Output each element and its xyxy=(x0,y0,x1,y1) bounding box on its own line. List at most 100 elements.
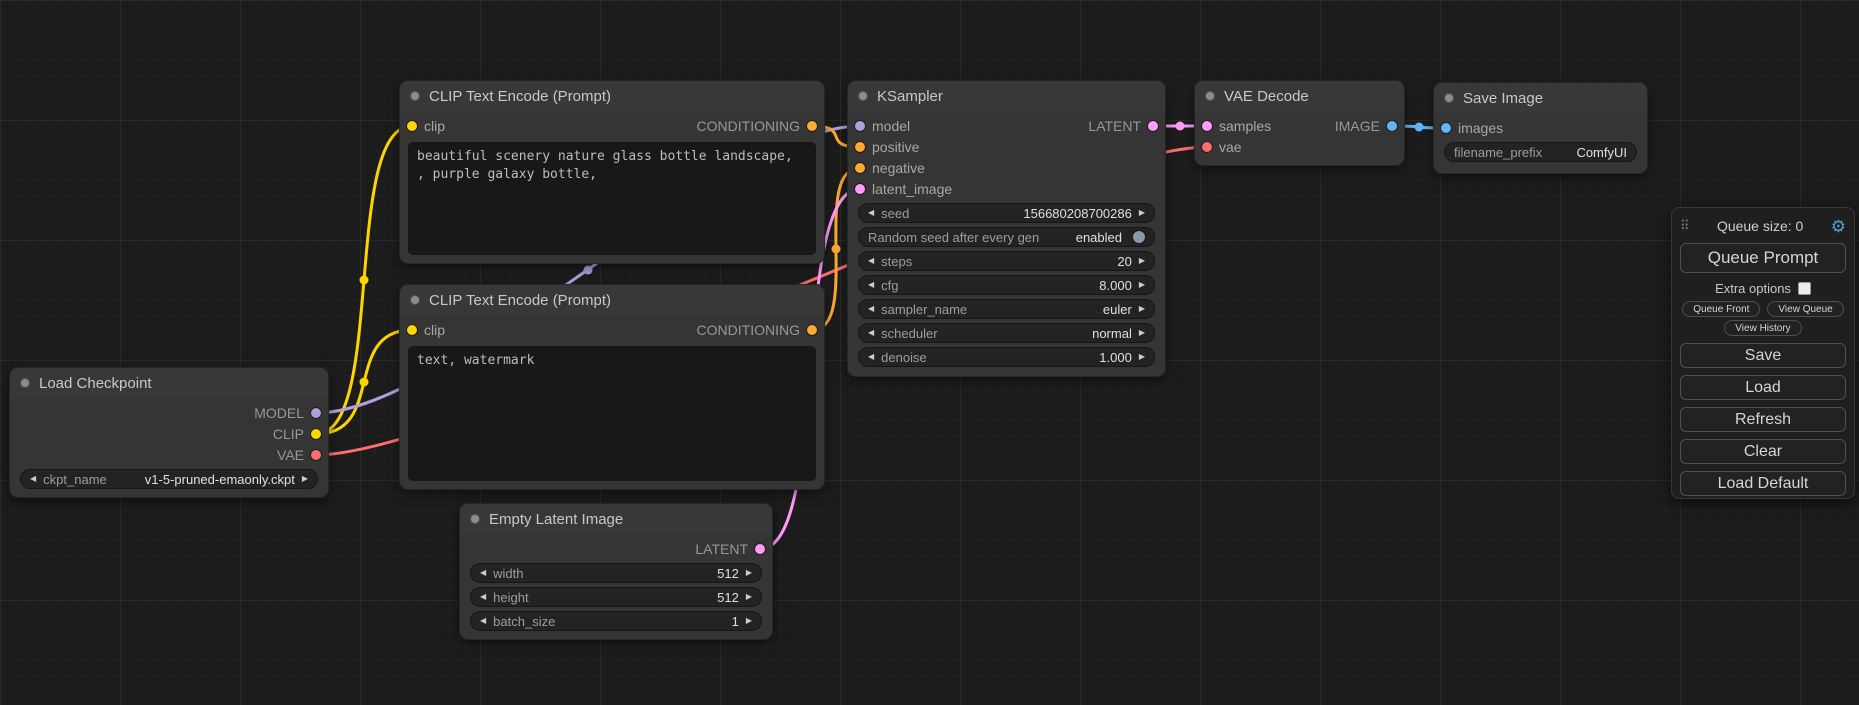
output-dot-image[interactable] xyxy=(1387,121,1397,131)
arrow-left-icon[interactable]: ◀ xyxy=(868,329,874,337)
input-dot-negative[interactable] xyxy=(855,163,865,173)
output-dot-model[interactable] xyxy=(311,408,321,418)
input-slot-model[interactable]: model xyxy=(855,118,910,134)
refresh-button[interactable]: Refresh xyxy=(1680,407,1846,432)
widget-width[interactable]: ◀ width 512 ▶ xyxy=(470,563,762,583)
output-slot-latent[interactable]: LATENT xyxy=(1088,118,1158,134)
input-dot-latent-image[interactable] xyxy=(855,184,865,194)
arrow-left-icon[interactable]: ◀ xyxy=(868,353,874,361)
node-clip-text-encode-positive[interactable]: CLIP Text Encode (Prompt) clip CONDITION… xyxy=(400,81,824,263)
arrow-right-icon[interactable]: ▶ xyxy=(1139,257,1145,265)
arrow-right-icon[interactable]: ▶ xyxy=(746,617,752,625)
queue-prompt-button[interactable]: Queue Prompt xyxy=(1680,243,1846,273)
drag-handle-icon[interactable]: ⠿ xyxy=(1680,218,1690,234)
widget-ckpt-name[interactable]: ◀ ckpt_name v1-5-pruned-emaonly.ckpt ▶ xyxy=(20,469,318,489)
widget-filename-prefix[interactable]: filename_prefix ComfyUI xyxy=(1444,142,1637,162)
input-slot-samples[interactable]: samples xyxy=(1202,118,1271,134)
arrow-left-icon[interactable]: ◀ xyxy=(480,593,486,601)
input-slot-negative[interactable]: negative xyxy=(855,160,925,176)
output-dot-conditioning[interactable] xyxy=(807,121,817,131)
widget-steps[interactable]: ◀ steps 20 ▶ xyxy=(858,251,1155,271)
collapse-dot-icon[interactable] xyxy=(1444,93,1454,103)
collapse-dot-icon[interactable] xyxy=(470,514,480,524)
collapse-dot-icon[interactable] xyxy=(20,378,30,388)
widget-scheduler[interactable]: ◀ scheduler normal ▶ xyxy=(858,323,1155,343)
arrow-right-icon[interactable]: ▶ xyxy=(302,475,308,483)
input-dot-vae[interactable] xyxy=(1202,142,1212,152)
arrow-left-icon[interactable]: ◀ xyxy=(868,281,874,289)
arrow-right-icon[interactable]: ▶ xyxy=(1139,281,1145,289)
output-dot-conditioning[interactable] xyxy=(807,325,817,335)
output-dot-latent[interactable] xyxy=(1148,121,1158,131)
node-header[interactable]: Save Image xyxy=(1434,83,1647,113)
widget-height[interactable]: ◀ height 512 ▶ xyxy=(470,587,762,607)
settings-gear-icon[interactable]: ⚙ xyxy=(1831,218,1846,235)
output-slot-latent[interactable]: LATENT xyxy=(695,541,765,557)
extra-options-checkbox[interactable] xyxy=(1798,282,1811,295)
output-slot-image[interactable]: IMAGE xyxy=(1335,118,1397,134)
input-dot-clip[interactable] xyxy=(407,121,417,131)
arrow-right-icon[interactable]: ▶ xyxy=(1139,353,1145,361)
arrow-right-icon[interactable]: ▶ xyxy=(746,593,752,601)
output-dot-clip[interactable] xyxy=(311,429,321,439)
arrow-right-icon[interactable]: ▶ xyxy=(1139,329,1145,337)
output-slot-vae[interactable]: VAE xyxy=(277,447,321,463)
arrow-left-icon[interactable]: ◀ xyxy=(30,475,36,483)
node-header[interactable]: VAE Decode xyxy=(1195,81,1404,111)
input-slot-clip[interactable]: clip xyxy=(407,322,445,338)
collapse-dot-icon[interactable] xyxy=(858,91,868,101)
arrow-right-icon[interactable]: ▶ xyxy=(1139,209,1145,217)
widget-denoise[interactable]: ◀ denoise 1.000 ▶ xyxy=(858,347,1155,367)
toggle-knob-icon[interactable] xyxy=(1133,231,1145,243)
input-dot-images[interactable] xyxy=(1441,123,1451,133)
node-save-image[interactable]: Save Image images filename_prefix ComfyU… xyxy=(1434,83,1647,173)
input-dot-model[interactable] xyxy=(855,121,865,131)
queue-front-button[interactable]: Queue Front xyxy=(1682,301,1760,317)
node-load-checkpoint[interactable]: Load Checkpoint MODEL CLIP VAE ◀ ckpt_na… xyxy=(10,368,328,497)
collapse-dot-icon[interactable] xyxy=(410,295,420,305)
output-slot-conditioning[interactable]: CONDITIONING xyxy=(697,322,817,338)
output-dot-vae[interactable] xyxy=(311,450,321,460)
prompt-textarea[interactable]: beautiful scenery nature glass bottle la… xyxy=(408,142,816,255)
save-button[interactable]: Save xyxy=(1680,343,1846,368)
arrow-right-icon[interactable]: ▶ xyxy=(1139,305,1145,313)
node-vae-decode[interactable]: VAE Decode samples IMAGE vae xyxy=(1195,81,1404,165)
input-slot-images[interactable]: images xyxy=(1441,120,1503,136)
input-dot-samples[interactable] xyxy=(1202,121,1212,131)
view-queue-button[interactable]: View Queue xyxy=(1767,301,1843,317)
input-slot-clip[interactable]: clip xyxy=(407,118,445,134)
arrow-right-icon[interactable]: ▶ xyxy=(746,569,752,577)
widget-random-seed-toggle[interactable]: Random seed after every gen enabled xyxy=(858,227,1155,247)
input-slot-positive[interactable]: positive xyxy=(855,139,919,155)
output-slot-clip[interactable]: CLIP xyxy=(273,426,321,442)
input-dot-positive[interactable] xyxy=(855,142,865,152)
clear-button[interactable]: Clear xyxy=(1680,439,1846,464)
widget-cfg[interactable]: ◀ cfg 8.000 ▶ xyxy=(858,275,1155,295)
output-slot-model[interactable]: MODEL xyxy=(254,405,321,421)
node-empty-latent-image[interactable]: Empty Latent Image LATENT ◀ width 512 ▶ … xyxy=(460,504,772,639)
view-history-button[interactable]: View History xyxy=(1724,320,1801,336)
node-header[interactable]: CLIP Text Encode (Prompt) xyxy=(400,285,824,315)
node-header[interactable]: CLIP Text Encode (Prompt) xyxy=(400,81,824,111)
input-slot-vae[interactable]: vae xyxy=(1202,139,1242,155)
load-button[interactable]: Load xyxy=(1680,375,1846,400)
arrow-left-icon[interactable]: ◀ xyxy=(868,257,874,265)
input-dot-clip[interactable] xyxy=(407,325,417,335)
widget-seed[interactable]: ◀ seed 156680208700286 ▶ xyxy=(858,203,1155,223)
collapse-dot-icon[interactable] xyxy=(1205,91,1215,101)
load-default-button[interactable]: Load Default xyxy=(1680,471,1846,496)
arrow-left-icon[interactable]: ◀ xyxy=(480,617,486,625)
node-header[interactable]: Load Checkpoint xyxy=(10,368,328,398)
node-ksampler[interactable]: KSampler model LATENT positive negative xyxy=(848,81,1165,376)
arrow-left-icon[interactable]: ◀ xyxy=(480,569,486,577)
collapse-dot-icon[interactable] xyxy=(410,91,420,101)
node-header[interactable]: KSampler xyxy=(848,81,1165,111)
arrow-left-icon[interactable]: ◀ xyxy=(868,209,874,217)
widget-sampler-name[interactable]: ◀ sampler_name euler ▶ xyxy=(858,299,1155,319)
arrow-left-icon[interactable]: ◀ xyxy=(868,305,874,313)
widget-batch-size[interactable]: ◀ batch_size 1 ▶ xyxy=(470,611,762,631)
node-header[interactable]: Empty Latent Image xyxy=(460,504,772,534)
comfyui-canvas[interactable]: { "colors": { "model": "#B39DDB", "clip"… xyxy=(0,0,1859,705)
node-clip-text-encode-negative[interactable]: CLIP Text Encode (Prompt) clip CONDITION… xyxy=(400,285,824,489)
output-slot-conditioning[interactable]: CONDITIONING xyxy=(697,118,817,134)
